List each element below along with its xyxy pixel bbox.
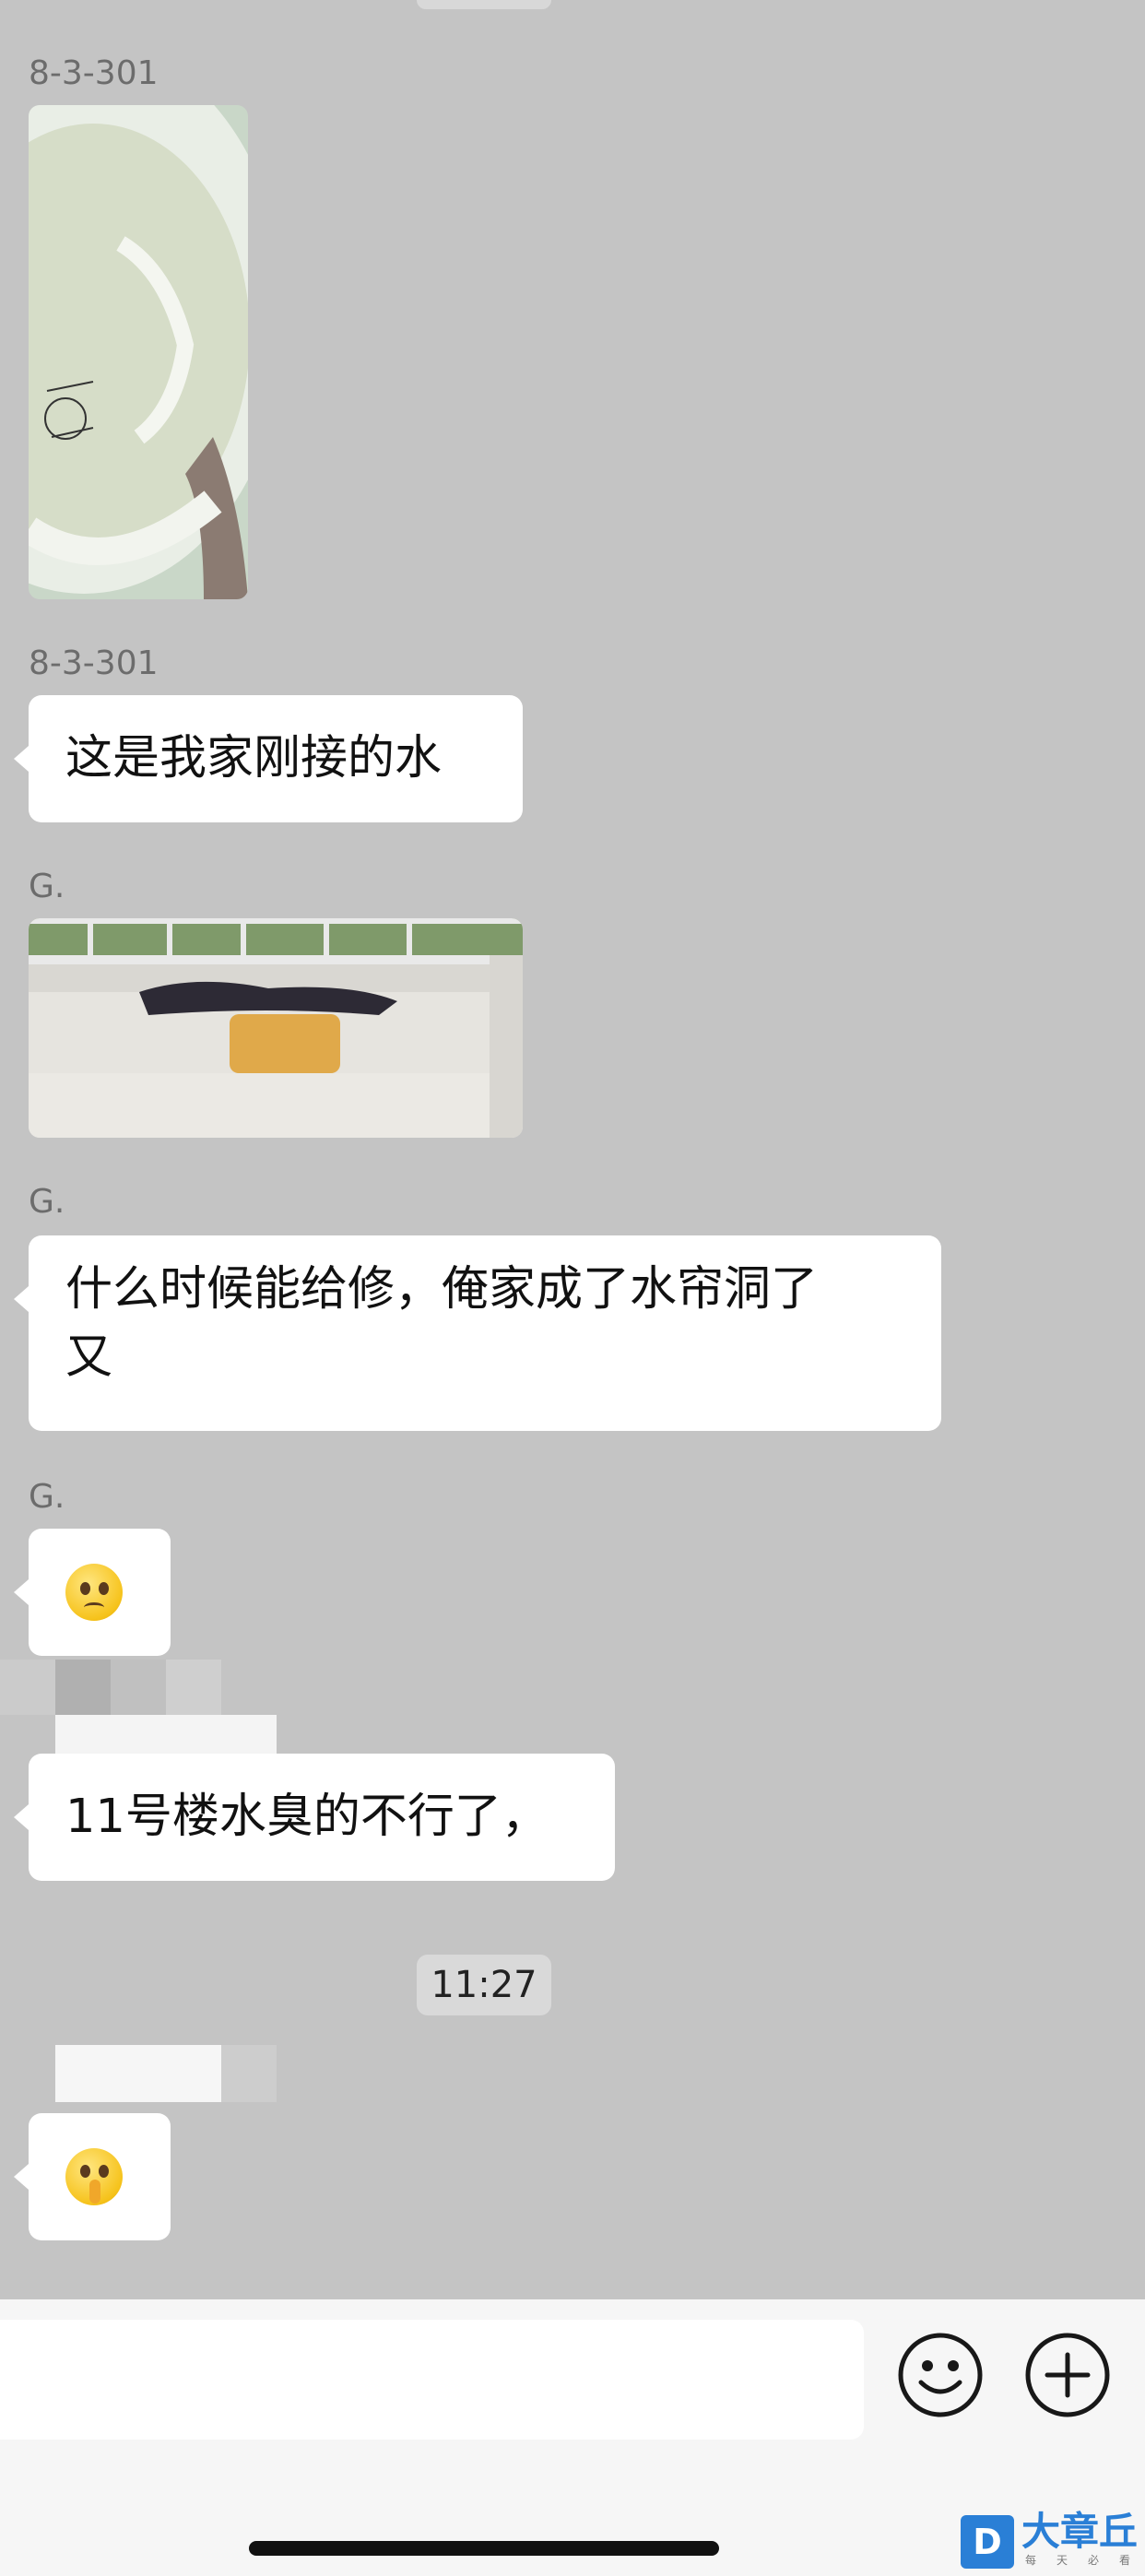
watermark: D 大章丘 每天必看 <box>961 2510 1145 2570</box>
message-text: 11号楼水臭的不行了， <box>65 1790 549 1844</box>
photo-message-window-sill[interactable] <box>29 918 523 1138</box>
timestamp-pill: 11:27 <box>417 1955 551 2015</box>
shushing-face-emoji <box>65 2148 123 2205</box>
smiley-icon[interactable] <box>896 2331 985 2419</box>
message-text-line-2: 又 <box>65 1330 113 1385</box>
watermark-subtitle: 每天必看 <box>1025 2554 1145 2567</box>
sender-name: G. <box>29 1183 65 1221</box>
emoji-message-bubble[interactable] <box>14 2113 171 2240</box>
sender-name: G. <box>29 868 65 905</box>
sender-name: 8-3-301 <box>29 54 159 92</box>
sender-name: G. <box>29 1478 65 1516</box>
watermark-logo-icon: D <box>961 2515 1014 2569</box>
text-message-bubble[interactable]: 什么时候能给修，俺家成了水帘洞了 又 <box>14 1235 941 1431</box>
message-input[interactable] <box>0 2320 864 2440</box>
message-text-line-1: 什么时候能给修，俺家成了水帘洞了 <box>65 1262 819 1317</box>
text-message-bubble[interactable]: .bubble::before{top:55px;} 这是我家刚接的水 <box>14 695 523 822</box>
input-bar: D 大章丘 每天必看 <box>0 2299 1145 2576</box>
plus-icon[interactable] <box>1023 2331 1112 2419</box>
home-indicator[interactable] <box>249 2541 719 2556</box>
photo-message-laundry-bucket[interactable] <box>29 105 248 599</box>
worried-face-emoji <box>65 1564 123 1621</box>
chat-area[interactable]: 8-3-301 8-3-301 .bubble::before{top:55px… <box>0 0 1145 2299</box>
obscured-avatar <box>0 1660 55 1715</box>
text-message-bubble[interactable]: 11号楼水臭的不行了， <box>14 1754 615 1881</box>
obscured-sender-name <box>55 1660 111 1715</box>
message-text: 这是我家刚接的水 <box>65 731 443 786</box>
timestamp-pill-partial <box>417 0 551 9</box>
sender-name: 8-3-301 <box>29 644 159 682</box>
emoji-message-bubble[interactable] <box>14 1529 171 1656</box>
obscured-sender-name <box>55 2045 221 2102</box>
watermark-title: 大章丘 <box>1021 2509 1139 2554</box>
